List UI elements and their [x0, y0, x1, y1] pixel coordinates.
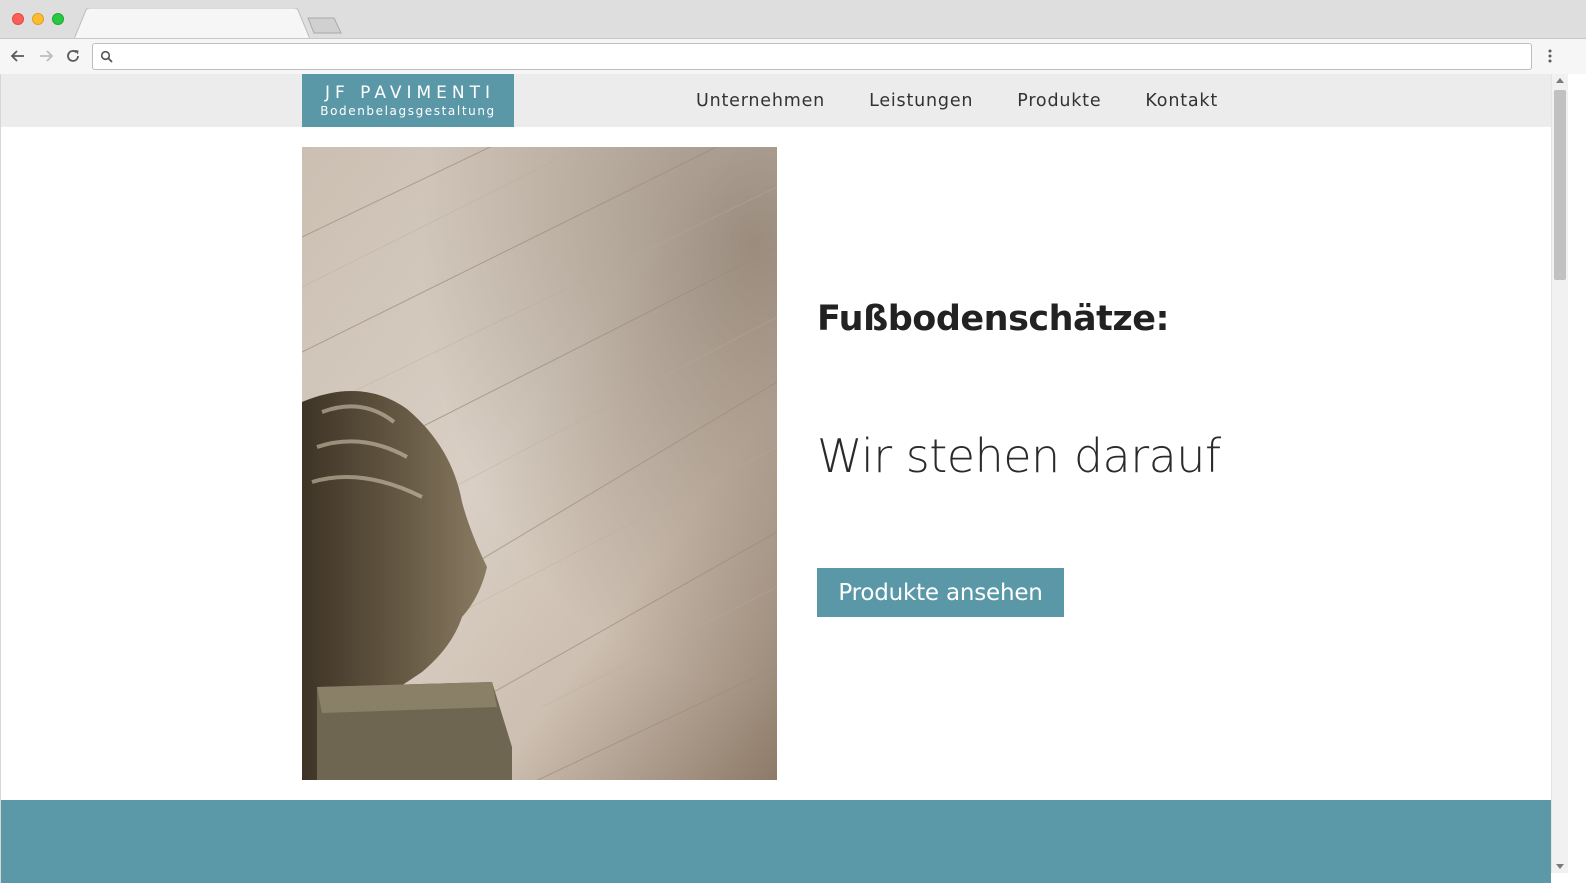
- nav-item-leistungen[interactable]: Leistungen: [869, 91, 973, 111]
- nav-item-kontakt[interactable]: Kontakt: [1145, 91, 1218, 111]
- view-products-button[interactable]: Produkte ansehen: [817, 568, 1064, 617]
- minimize-window-button[interactable]: [32, 13, 44, 25]
- scroll-down-arrow-icon[interactable]: [1556, 864, 1564, 869]
- hero-image-wood-floor-statue: [302, 147, 777, 780]
- new-tab-button[interactable]: [306, 15, 344, 35]
- logo-title: JF PAVIMENTI: [324, 83, 496, 103]
- address-bar[interactable]: [92, 43, 1532, 70]
- scroll-up-arrow-icon[interactable]: [1556, 78, 1564, 83]
- footer-band: [1, 800, 1551, 883]
- reload-icon[interactable]: [62, 45, 84, 67]
- window-edge: [1568, 74, 1586, 883]
- hero-tagline: Wir stehen darauf: [817, 429, 1221, 483]
- nav-item-produkte[interactable]: Produkte: [1017, 91, 1101, 111]
- page-viewport: JF PAVIMENTI Bodenbelagsgestaltung Unter…: [0, 74, 1551, 883]
- scroll-thumb[interactable]: [1554, 90, 1566, 280]
- search-icon: [99, 49, 115, 65]
- back-arrow-icon[interactable]: [7, 45, 29, 67]
- hero-headline: Fußbodenschätze:: [817, 299, 1170, 339]
- close-window-button[interactable]: [12, 13, 24, 25]
- browser-tab-active[interactable]: [73, 7, 311, 41]
- site-header: JF PAVIMENTI Bodenbelagsgestaltung Unter…: [1, 74, 1551, 127]
- site-logo[interactable]: JF PAVIMENTI Bodenbelagsgestaltung: [302, 74, 514, 127]
- address-input[interactable]: [119, 46, 1519, 67]
- logo-subtitle: Bodenbelagsgestaltung: [320, 104, 496, 118]
- more-menu-icon[interactable]: [1540, 45, 1560, 67]
- browser-chrome: [0, 0, 1586, 74]
- main-nav: Unternehmen Leistungen Produkte Kontakt: [696, 74, 1262, 127]
- browser-toolbar: [0, 38, 1586, 74]
- forward-arrow-icon[interactable]: [35, 45, 57, 67]
- page-scrollbar[interactable]: [1551, 74, 1568, 873]
- nav-item-unternehmen[interactable]: Unternehmen: [696, 91, 825, 111]
- maximize-window-button[interactable]: [52, 13, 64, 25]
